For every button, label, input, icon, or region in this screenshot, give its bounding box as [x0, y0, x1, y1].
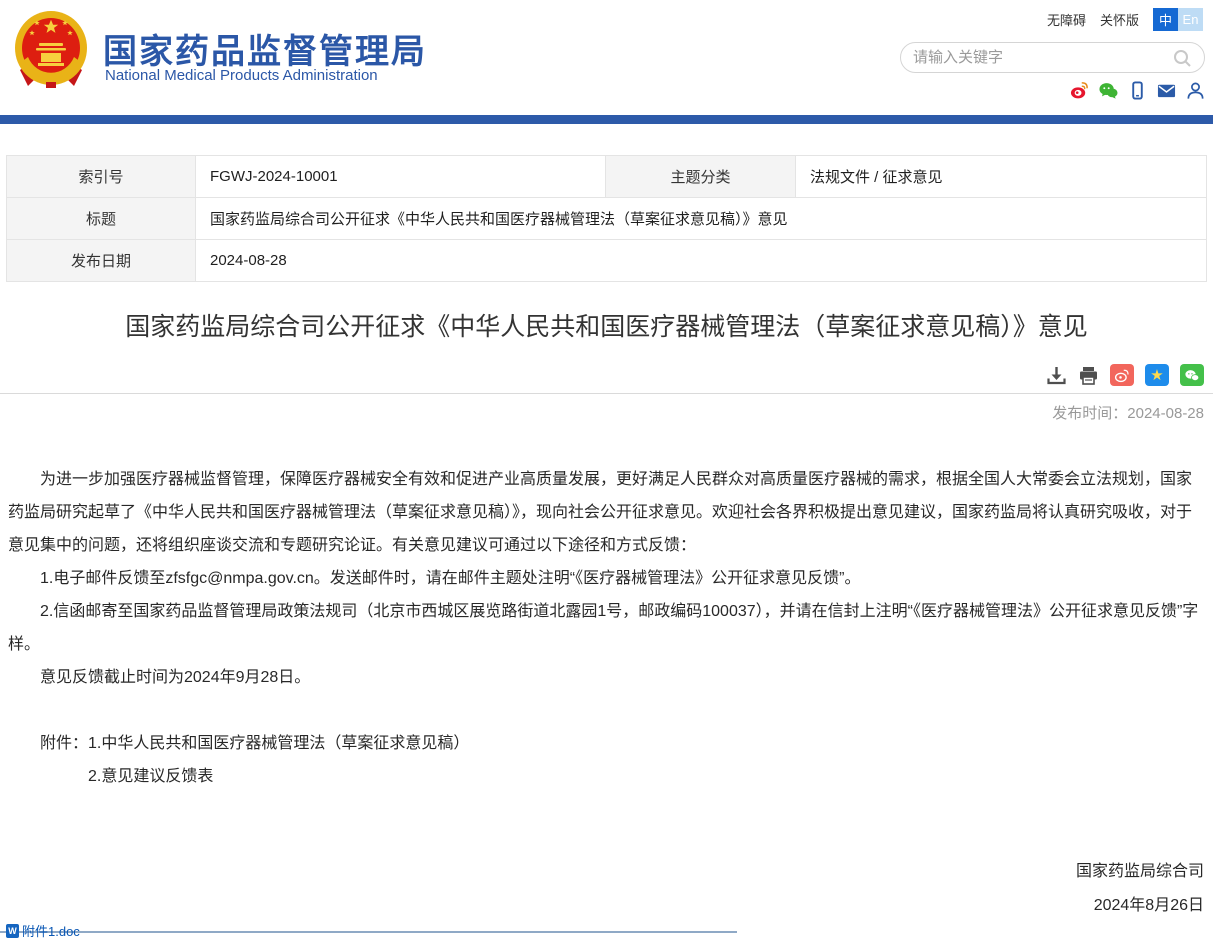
mail-icon[interactable] [1157, 81, 1176, 100]
category-value: 法规文件 / 征求意见 [796, 156, 1207, 198]
page-title: 国家药监局综合司公开征求《中华人民共和国医疗器械管理法（草案征求意见稿）》意见 [0, 307, 1213, 343]
site-subtitle: National Medical Products Administration [105, 67, 378, 84]
wechat-icon[interactable] [1099, 81, 1118, 100]
header-divider-bar [0, 115, 1213, 124]
social-icon-row [1070, 81, 1205, 100]
paragraph: 1.电子邮件反馈至zfsfgc@nmpa.gov.cn。发送邮件时，请在邮件主题… [8, 562, 1205, 595]
paragraph: 意见反馈截止时间为2024年9月28日。 [8, 661, 1205, 694]
user-icon[interactable] [1186, 81, 1205, 100]
care-version-link[interactable]: 关怀版 [1100, 10, 1139, 29]
weibo-icon[interactable] [1070, 81, 1089, 100]
attachment-link-2[interactable]: 2.意见建议反馈表 [8, 760, 1205, 793]
lang-en-button[interactable]: En [1178, 8, 1203, 31]
attachment-link-1[interactable]: 1.中华人民共和国医疗器械管理法（草案征求意见稿） [88, 735, 469, 752]
index-label: 索引号 [7, 156, 196, 198]
share-qzone-icon[interactable]: ★ [1145, 364, 1169, 386]
mobile-icon[interactable] [1128, 81, 1147, 100]
publish-time: 发布时间：2024-08-28 [0, 402, 1213, 423]
attachments-section: 附件：1.中华人民共和国医疗器械管理法（草案征求意见稿） 2.意见建议反馈表 [0, 727, 1213, 793]
site-header: 国家药品监督管理局 National Medical Products Admi… [0, 0, 1213, 115]
paragraph: 为进一步加强医疗器械监督管理，保障医疗器械安全有效和促进产业高质量发展，更好满足… [8, 463, 1205, 562]
title-label: 标题 [7, 198, 196, 240]
attachments-label: 附件： [40, 735, 88, 752]
word-doc-icon: W [6, 924, 19, 938]
date-label: 发布日期 [7, 240, 196, 282]
signature-org: 国家药监局综合司 [0, 855, 1204, 889]
print-icon[interactable] [1078, 365, 1099, 386]
accessibility-link[interactable]: 无障碍 [1047, 10, 1086, 29]
attachment-doc-link[interactable]: W 附件1.doc [6, 921, 80, 940]
table-row: 发布日期 2024-08-28 [7, 240, 1207, 282]
download-icon[interactable] [1046, 365, 1067, 386]
national-emblem-logo [14, 10, 88, 88]
title-divider [0, 393, 1213, 394]
category-label: 主题分类 [606, 156, 796, 198]
search-icon[interactable] [1172, 48, 1192, 68]
article-toolbar: ★ [0, 364, 1213, 386]
site-title: 国家药品监督管理局 [103, 24, 427, 73]
lang-zh-button[interactable]: 中 [1153, 8, 1178, 31]
index-value: FGWJ-2024-10001 [196, 156, 606, 198]
date-value: 2024-08-28 [196, 240, 1207, 282]
paragraph: 2.信函邮寄至国家药品监督管理局政策法规司（北京市西城区展览路街道北露园1号，邮… [8, 595, 1205, 661]
signature-block: 国家药监局综合司 2024年8月26日 [0, 855, 1213, 923]
language-toggle: 中 En [1153, 8, 1203, 31]
attachment-doc-name: 附件1.doc [22, 921, 80, 940]
document-meta-table: 索引号 FGWJ-2024-10001 主题分类 法规文件 / 征求意见 标题 … [6, 155, 1207, 282]
publish-time-value: 2024-08-28 [1127, 405, 1204, 422]
search-input[interactable] [913, 49, 1172, 66]
bottom-download-bar: W 附件1.doc [0, 917, 737, 933]
table-row: 标题 国家药监局综合司公开征求《中华人民共和国医疗器械管理法（草案征求意见稿）》… [7, 198, 1207, 240]
search-box [900, 42, 1205, 73]
table-row: 索引号 FGWJ-2024-10001 主题分类 法规文件 / 征求意见 [7, 156, 1207, 198]
title-value: 国家药监局综合司公开征求《中华人民共和国医疗器械管理法（草案征求意见稿）》意见 [196, 198, 1207, 240]
share-weibo-icon[interactable] [1110, 364, 1134, 386]
publish-time-label: 发布时间： [1052, 405, 1127, 422]
article-body: 为进一步加强医疗器械监督管理，保障医疗器械安全有效和促进产业高质量发展，更好满足… [0, 463, 1213, 694]
share-wechat-icon[interactable] [1180, 364, 1204, 386]
